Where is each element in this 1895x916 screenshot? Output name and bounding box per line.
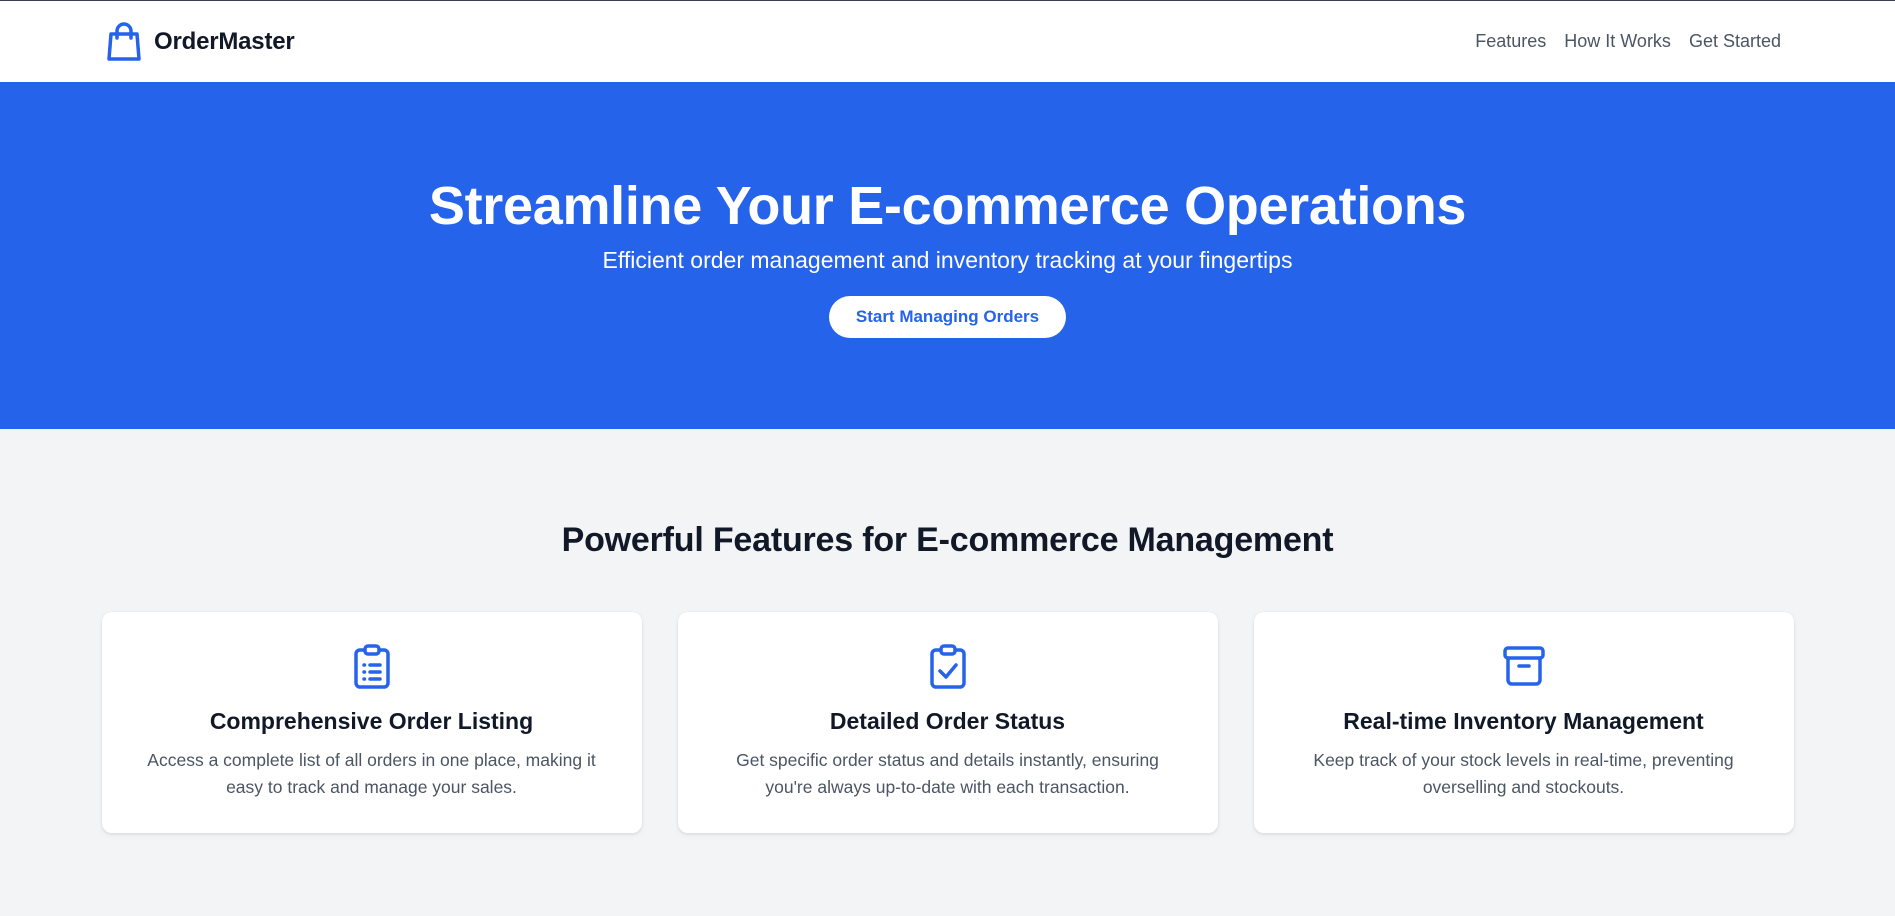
feature-card-description: Access a complete list of all orders in … [147, 750, 596, 797]
feature-card-order-listing: Comprehensive Order Listing Access a com… [101, 612, 642, 833]
features-section: Powerful Features for E-commerce Managem… [0, 429, 1895, 833]
nav-link-get-started[interactable]: Get Started [1689, 31, 1781, 52]
feature-card-order-status: Detailed Order Status Get specific order… [677, 612, 1218, 833]
main-nav: Features How It Works Get Started [1475, 31, 1781, 52]
clipboard-list-icon [350, 642, 394, 690]
clipboard-check-icon [926, 642, 970, 690]
archive-box-icon [1502, 642, 1546, 690]
shopping-bag-icon [106, 21, 142, 62]
start-managing-orders-button[interactable]: Start Managing Orders [828, 295, 1067, 338]
brand-name: OrderMaster [154, 27, 295, 55]
brand[interactable]: OrderMaster [106, 21, 295, 62]
feature-card-description: Keep track of your stock levels in real-… [1313, 750, 1734, 797]
nav-link-how-it-works[interactable]: How It Works [1564, 31, 1671, 52]
feature-card-inventory: Real-time Inventory Management Keep trac… [1253, 612, 1794, 833]
site-header: OrderMaster Features How It Works Get St… [0, 1, 1895, 82]
feature-card-title: Detailed Order Status [829, 708, 1066, 734]
feature-cards: Comprehensive Order Listing Access a com… [101, 612, 1794, 833]
nav-link-features[interactable]: Features [1475, 31, 1546, 52]
feature-card-title: Real-time Inventory Management [1343, 708, 1704, 734]
feature-card-title: Comprehensive Order Listing [209, 708, 534, 734]
feature-card-description: Get specific order status and details in… [736, 750, 1159, 797]
hero-subtitle: Efficient order management and inventory… [602, 246, 1293, 273]
hero-title: Streamline Your E-commerce Operations [428, 176, 1467, 236]
features-title: Powerful Features for E-commerce Managem… [561, 521, 1334, 559]
hero-section: Streamline Your E-commerce Operations Ef… [0, 82, 1895, 429]
